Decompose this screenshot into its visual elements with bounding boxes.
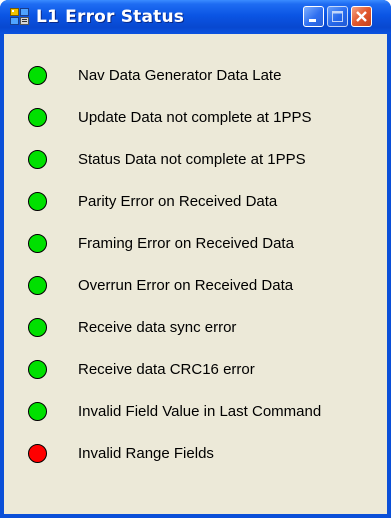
status-row: Invalid Field Value in Last Command — [4, 396, 387, 428]
window-title: L1 Error Status — [36, 7, 185, 27]
status-row: Nav Data Generator Data Late — [4, 60, 387, 92]
status-label: Parity Error on Received Data — [78, 193, 278, 210]
status-row: Status Data not complete at 1PPS — [4, 144, 387, 176]
status-row: Update Data not complete at 1PPS — [4, 102, 387, 134]
status-row: Receive data CRC16 error — [4, 354, 387, 386]
status-panel: Nav Data Generator Data Late Update Data… — [4, 34, 387, 514]
maximize-button[interactable] — [327, 6, 348, 27]
status-led-ok — [28, 276, 47, 295]
status-label: Receive data sync error — [78, 319, 237, 336]
status-label: Status Data not complete at 1PPS — [78, 151, 306, 168]
status-led-ok — [28, 66, 47, 85]
status-label: Framing Error on Received Data — [78, 235, 294, 252]
status-label: Receive data CRC16 error — [78, 361, 255, 378]
status-led-ok — [28, 318, 47, 337]
status-row: Receive data sync error — [4, 312, 387, 344]
status-row: Parity Error on Received Data — [4, 186, 387, 218]
title-bar[interactable]: L1 Error Status — [0, 0, 391, 34]
status-label: Nav Data Generator Data Late — [78, 67, 282, 84]
status-row: Overrun Error on Received Data — [4, 270, 387, 302]
status-led-error — [28, 444, 47, 463]
status-led-ok — [28, 360, 47, 379]
status-label: Invalid Range Fields — [78, 445, 214, 462]
status-label: Invalid Field Value in Last Command — [78, 403, 322, 420]
status-label: Update Data not complete at 1PPS — [78, 109, 312, 126]
app-icon[interactable] — [10, 8, 29, 25]
status-row: Framing Error on Received Data — [4, 228, 387, 260]
status-label: Overrun Error on Received Data — [78, 277, 294, 294]
status-led-ok — [28, 108, 47, 127]
close-button[interactable] — [351, 6, 372, 27]
status-led-ok — [28, 192, 47, 211]
minimize-button[interactable] — [303, 6, 324, 27]
error-status-window: L1 Error Status Nav Data Generator Data … — [0, 0, 391, 518]
status-row: Invalid Range Fields — [4, 438, 387, 470]
status-led-ok — [28, 150, 47, 169]
status-led-ok — [28, 402, 47, 421]
status-led-ok — [28, 234, 47, 253]
